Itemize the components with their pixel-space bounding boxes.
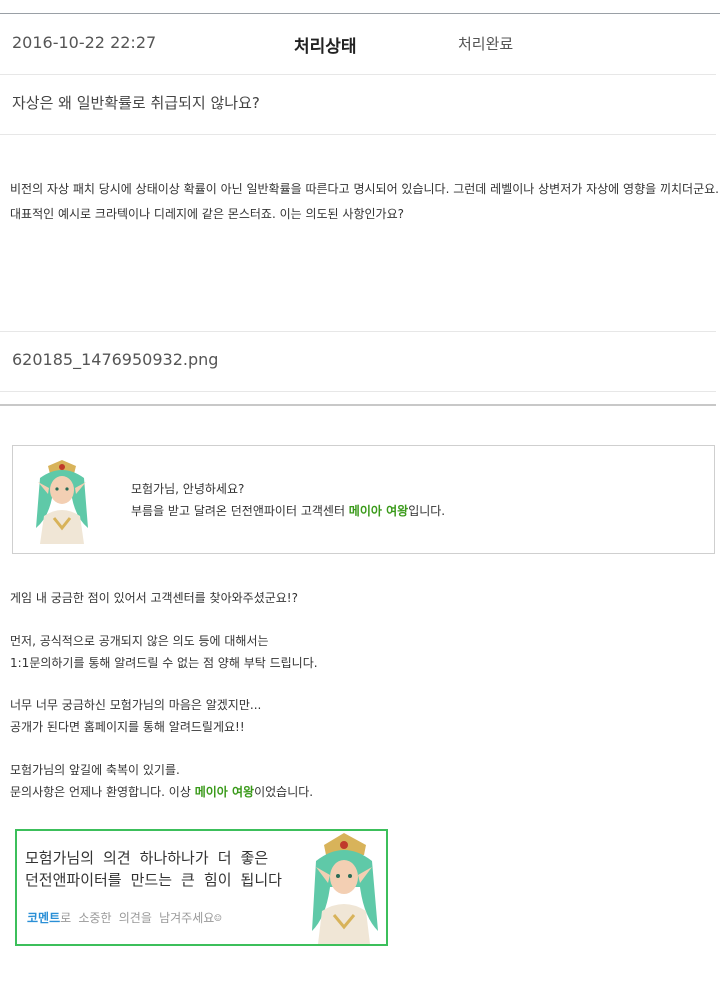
reply-line: 먼저, 공식적으로 공개되지 않은 의도 등에 대해서는 xyxy=(10,634,269,648)
reply-text: 문의사항은 언제나 환영합니다. 이상 xyxy=(10,785,195,799)
top-divider xyxy=(0,13,720,14)
row-divider xyxy=(0,74,716,75)
greeting-box: 모험가님, 안녕하세요? 부름을 받고 달려온 던전앤파이터 고객센터 메이아 … xyxy=(12,445,715,554)
inquiry-body: 비전의 자상 패치 당시에 상태이상 확률이 아닌 일반확률을 따른다고 명시되… xyxy=(10,182,719,221)
agent-name: 메이아 여왕 xyxy=(194,785,255,799)
status-value: 처리완료 xyxy=(458,35,514,53)
comment-highlight: 코멘트 xyxy=(27,911,61,925)
reply-paragraph-2: 먼저, 공식적으로 공개되지 않은 의도 등에 대해서는 1:1문의하기를 통해… xyxy=(10,630,710,674)
banner-line-2: 던전앤파이터를 만드는 큰 힘이 됩니다 xyxy=(25,871,282,889)
reply-paragraph-4: 모험가님의 앞길에 축복이 있기를. 문의사항은 언제나 환영합니다. 이상 메… xyxy=(10,759,710,803)
attachment-link[interactable]: 620185_1476950932.png xyxy=(12,350,218,369)
agent-character-illustration xyxy=(312,833,378,944)
row-divider xyxy=(0,331,716,332)
reply-line: 1:1문의하기를 통해 알려드릴 수 없는 점 양해 부탁 드립니다. xyxy=(10,656,318,670)
inquiry-date: 2016-10-22 22:27 xyxy=(12,33,157,52)
reply-line: 공개가 된다면 홈페이지를 통해 알려드릴게요!! xyxy=(10,720,245,734)
greeting-text-end: 입니다. xyxy=(408,504,446,518)
greeting-text: 부름을 받고 달려온 던전앤파이터 고객센터 xyxy=(131,504,349,518)
banner-line-3-text: 로 소중한 의견을 남겨주세요☺ xyxy=(60,911,222,925)
reply-paragraph-1: 게임 내 궁금한 점이 있어서 고객센터를 찾아와주셨군요!? xyxy=(10,591,298,605)
greeting-line-1: 모험가님, 안녕하세요? xyxy=(131,482,245,496)
reply-text-end: 이었습니다. xyxy=(254,785,314,799)
row-divider xyxy=(0,391,716,392)
inquiry-title: 자상은 왜 일반확률로 취급되지 않나요? xyxy=(12,94,260,112)
section-divider xyxy=(0,404,716,406)
banner-line-3: 코멘트로 소중한 의견을 남겨주세요☺ xyxy=(27,909,222,926)
agent-avatar xyxy=(26,458,98,544)
greeting-line-2: 부름을 받고 달려온 던전앤파이터 고객센터 메이아 여왕입니다. xyxy=(131,502,445,519)
reply-line: 문의사항은 언제나 환영합니다. 이상 메이아 여왕이었습니다. xyxy=(10,781,710,803)
banner-line-1: 모험가님의 의견 하나하나가 더 좋은 xyxy=(25,849,269,867)
feedback-banner: 모험가님의 의견 하나하나가 더 좋은 던전앤파이터를 만드는 큰 힘이 됩니다… xyxy=(15,829,388,946)
row-divider xyxy=(0,134,716,135)
agent-name: 메이아 여왕 xyxy=(348,504,409,518)
status-label: 처리상태 xyxy=(294,37,357,57)
reply-line: 너무 너무 궁금하신 모험가님의 마음은 알겠지만... xyxy=(10,698,262,712)
reply-paragraph-3: 너무 너무 궁금하신 모험가님의 마음은 알겠지만... 공개가 된다면 홈페이… xyxy=(10,694,710,738)
reply-line: 모험가님의 앞길에 축복이 있기를. xyxy=(10,763,180,777)
